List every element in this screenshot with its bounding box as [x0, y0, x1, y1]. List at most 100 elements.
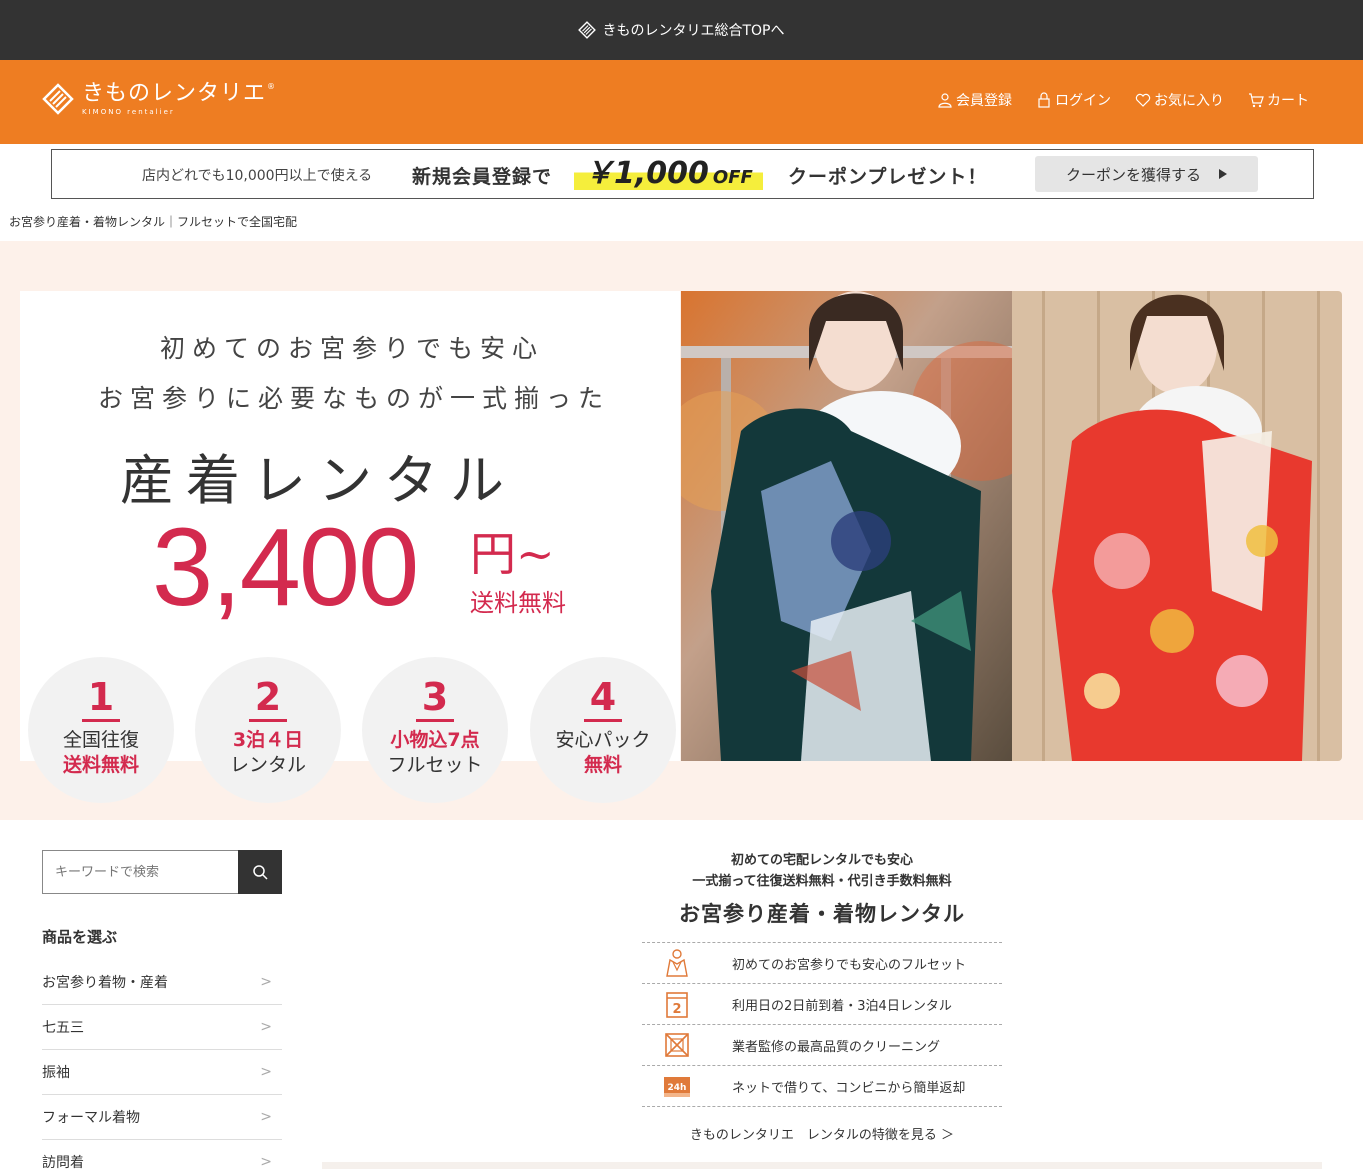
feature-number: 2	[254, 675, 282, 719]
category-label: 振袖	[42, 1065, 70, 1081]
chevron-right-icon: >	[260, 1154, 272, 1169]
feature-badge-4: 4 安心パック 無料	[530, 657, 676, 803]
brand-subtitle: KIMONO rentalier	[82, 108, 175, 116]
hero-line-2: お宮参りに必要なものが一式揃った	[98, 384, 611, 413]
hero-free-shipping: 送料無料	[470, 589, 566, 617]
search-button[interactable]	[238, 850, 282, 894]
category-item-furisode[interactable]: 振袖 >	[42, 1050, 282, 1095]
coupon-off-label: OFF	[712, 167, 753, 188]
hero-title: 産着レンタル	[120, 449, 516, 512]
sidebar-title: 商品を選ぶ	[42, 928, 118, 946]
feature-badge-3: 3 小物込7点 フルセット	[362, 657, 508, 803]
nav-login-label: ログイン	[1055, 93, 1111, 109]
feature-text-2: フルセット	[387, 754, 483, 776]
coupon-amount-value: ￥1,000	[584, 156, 709, 191]
get-coupon-label: クーポンを獲得する	[1065, 165, 1201, 184]
chevron-right-icon: >	[260, 1064, 272, 1080]
nav-register-label: 会員登録	[956, 93, 1012, 109]
category-label: フォーマル着物	[42, 1110, 140, 1126]
feature-number: 3	[421, 675, 449, 719]
brand-name: きものレンタリエ	[82, 81, 267, 106]
top-site-link-label: きものレンタリエ総合TOPへ	[602, 23, 785, 39]
feature-text-2: レンタル	[229, 754, 306, 776]
feature-number: 1	[87, 675, 115, 719]
category-item-shichigosan[interactable]: 七五三 >	[42, 1005, 282, 1050]
point-text: ネットで借りて、コンビニから簡単返却	[732, 1080, 966, 1096]
chevron-right-icon: >	[260, 1109, 272, 1125]
point-text: 業者監修の最高品質のクリーニング	[732, 1039, 941, 1055]
intro-heading: お宮参り産着・着物レンタル	[679, 902, 965, 926]
nav-login[interactable]: ログイン	[1036, 90, 1111, 110]
category-list: お宮参り着物・産着 > 七五三 > 振袖 > フォーマル着物 > 訪問着 >	[42, 960, 282, 1169]
category-label: 七五三	[42, 1020, 84, 1036]
heart-icon	[1135, 93, 1151, 107]
intro-subtitle-1: 初めての宅配レンタルでも安心	[730, 853, 913, 868]
point-item: 2 利用日の2日前到着・3泊4日レンタル	[642, 984, 1002, 1025]
kimono-icon	[662, 948, 692, 978]
brand-logo-icon	[578, 21, 597, 39]
play-arrow-icon	[1219, 169, 1227, 179]
feature-underline	[82, 719, 120, 722]
feature-underline	[584, 719, 622, 722]
intro-subtitle-2: 一式揃って往復送料無料・代引き手数料無料	[692, 874, 952, 889]
nav-register[interactable]: 会員登録	[937, 90, 1012, 110]
nav-cart-label: カート	[1267, 93, 1309, 109]
brand-registered-mark: ®	[267, 82, 275, 91]
point-item: 24h ネットで借りて、コンビニから簡単返却	[642, 1066, 1002, 1107]
hero-photo-red-kimono	[1012, 291, 1342, 761]
nav-favorites-label: お気に入り	[1154, 93, 1224, 109]
nav-favorites[interactable]: お気に入り	[1135, 90, 1224, 110]
search-box	[42, 850, 282, 894]
coupon-signup-text: 新規会員登録で	[412, 166, 553, 188]
feature-number: 4	[589, 675, 617, 719]
feature-text-2: 送料無料	[62, 754, 139, 776]
hero-price: 3,400	[152, 506, 419, 629]
coupon-banner[interactable]: 店内どれでも10,000円以上で使える 新規会員登録で ￥1,000 OFF クー…	[51, 149, 1314, 199]
feature-text-1: 安心パック	[555, 729, 651, 751]
point-item: 初めてのお宮参りでも安心のフルセット	[642, 943, 1002, 984]
hero-line-1: 初めてのお宮参りでも安心	[160, 334, 545, 363]
convenience-store-icon: 24h	[662, 1071, 692, 1101]
content-strip	[322, 1162, 1322, 1169]
features-more-link[interactable]: きものレンタリエ レンタルの特徴を見る ＞	[642, 1124, 1002, 1143]
top-site-link[interactable]: きものレンタリエ総合TOPへ	[0, 0, 1363, 60]
convenience-store-label: 24h	[668, 1083, 687, 1093]
header-nav: 会員登録 ログイン お気に入り カート	[937, 90, 1309, 110]
category-item-omiyamairi[interactable]: お宮参り着物・産着 >	[42, 960, 282, 1005]
feature-badge-1: 1 全国往復 送料無料	[28, 657, 174, 803]
brand-logo-icon	[42, 83, 74, 115]
person-icon	[938, 93, 952, 108]
point-text: 利用日の2日前到着・3泊4日レンタル	[732, 998, 952, 1014]
coupon-condition: 店内どれでも10,000円以上で使える	[142, 168, 373, 184]
chevron-right-icon: >	[260, 974, 272, 990]
category-item-houmongi[interactable]: 訪問着 >	[42, 1140, 282, 1169]
feature-underline	[416, 719, 454, 722]
breadcrumb: お宮参り産着・着物レンタル｜フルセットで全国宅配	[9, 215, 298, 229]
cleaning-icon	[662, 1030, 692, 1060]
coupon-amount: ￥1,000 OFF	[574, 158, 763, 190]
search-icon	[253, 865, 268, 880]
lock-icon	[1038, 92, 1050, 108]
feature-text-2: 無料	[583, 754, 622, 776]
cart-icon	[1249, 93, 1264, 108]
feature-text-1: 小物込7点	[390, 729, 480, 751]
category-label: 訪問着	[42, 1155, 84, 1169]
intro-section: 初めての宅配レンタルでも安心 一式揃って往復送料無料・代引き手数料無料 お宮参り…	[642, 850, 1002, 928]
site-header: きものレンタリエ KIMONO rentalier ® 会員登録 ログイン お気…	[0, 60, 1363, 144]
chevron-right-icon: >	[260, 1019, 272, 1035]
nav-cart[interactable]: カート	[1248, 90, 1309, 110]
feature-badge-2: 2 3泊４日 レンタル	[195, 657, 341, 803]
category-item-formal[interactable]: フォーマル着物 >	[42, 1095, 282, 1140]
search-input[interactable]	[42, 850, 238, 894]
category-label: お宮参り着物・産着	[42, 975, 168, 991]
get-coupon-button[interactable]: クーポンを獲得する	[1035, 156, 1258, 192]
hero-banner[interactable]: 初めてのお宮参りでも安心 お宮参りに必要なものが一式揃った 産着レンタル 3,4…	[0, 241, 1363, 820]
coupon-present-text: クーポンプレゼント！	[788, 166, 988, 188]
hero-photo-green-kimono	[681, 291, 1012, 761]
hero-yen: 円~	[470, 527, 555, 581]
brand-logo[interactable]: きものレンタリエ KIMONO rentalier ®	[42, 81, 275, 116]
feature-underline	[249, 719, 287, 722]
feature-text-1: 全国往復	[62, 729, 139, 751]
feature-text-1: 3泊４日	[232, 729, 304, 751]
feature-points-list: 初めてのお宮参りでも安心のフルセット 2 利用日の2日前到着・3泊4日レンタル …	[642, 942, 1002, 1107]
